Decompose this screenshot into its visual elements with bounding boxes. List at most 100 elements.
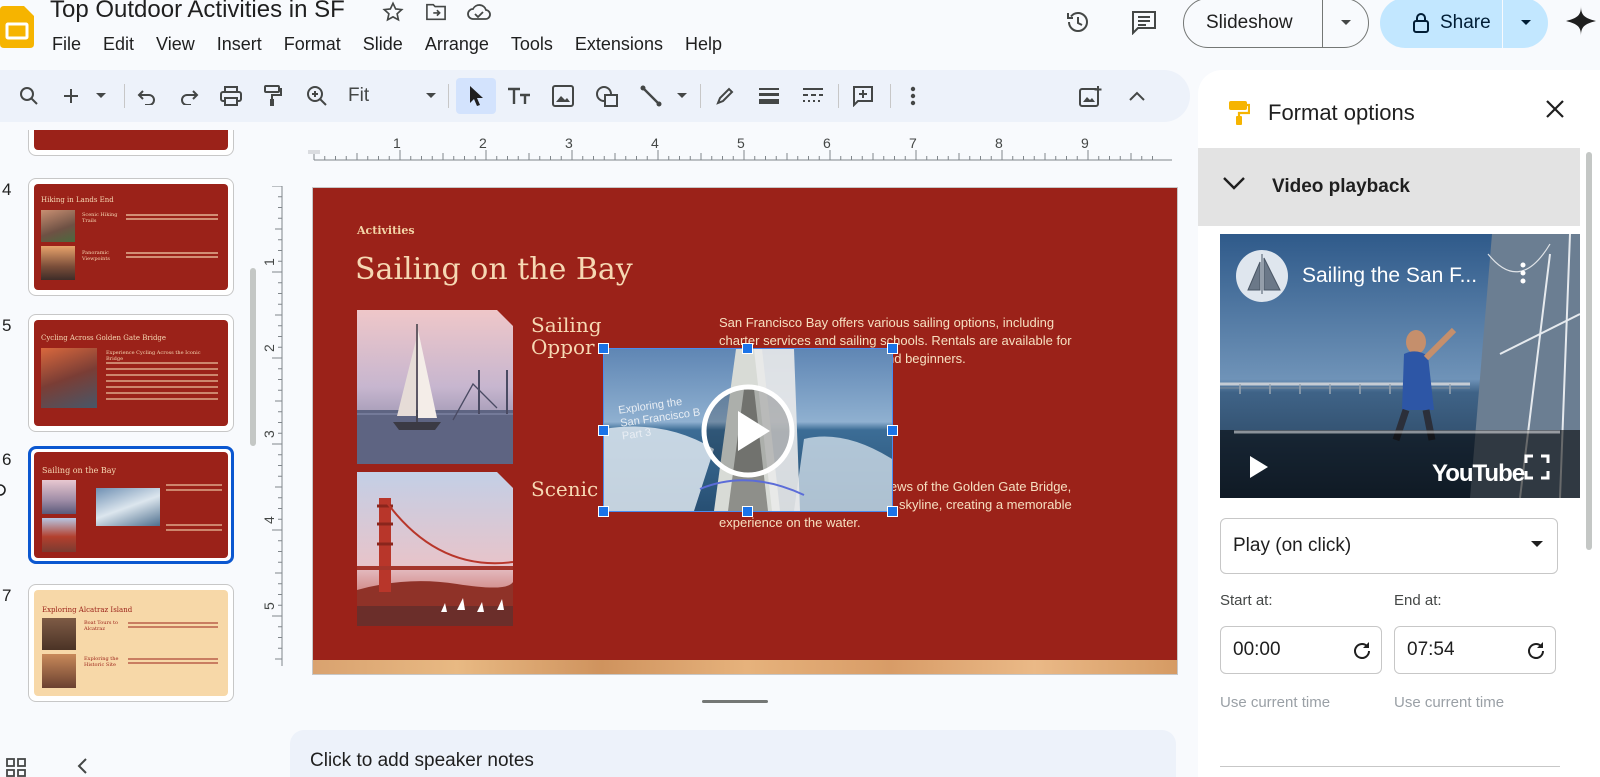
resize-handle[interactable]: [887, 343, 898, 354]
share-dropdown-icon[interactable]: [1503, 19, 1548, 27]
resize-handle[interactable]: [598, 506, 609, 517]
ruler-label: 6: [823, 136, 831, 151]
menu-insert[interactable]: Insert: [206, 32, 273, 59]
border-dash-icon[interactable]: [796, 78, 830, 114]
resize-handle[interactable]: [598, 343, 609, 354]
star-icon[interactable]: [380, 0, 406, 24]
slide-thumbnail-4[interactable]: Hiking in Lands End Scenic Hiking Trails…: [28, 178, 234, 296]
filmstrip-scrollbar[interactable]: [250, 268, 256, 446]
slide-thumbnail-7[interactable]: Exploring Alcatraz Island Boat Tours to …: [28, 584, 234, 702]
text-box-icon[interactable]: [502, 78, 536, 114]
resize-handle[interactable]: [598, 425, 609, 436]
slide-tag-text[interactable]: Activities: [357, 224, 415, 237]
slide-subheading-1[interactable]: Sailing Oppor: [531, 314, 602, 358]
refresh-icon[interactable]: [1525, 640, 1547, 662]
zoom-dropdown-icon: [426, 93, 436, 99]
panel-scrollbar[interactable]: [1586, 152, 1592, 550]
grid-view-icon[interactable]: [6, 758, 26, 777]
ruler-label: 3: [262, 430, 277, 438]
share-button[interactable]: Share: [1380, 0, 1548, 48]
collapse-filmstrip-icon[interactable]: [76, 758, 88, 774]
thumbnail-title: Cycling Across Golden Gate Bridge: [41, 334, 167, 342]
vertical-ruler[interactable]: 1 2 3 4 5: [262, 186, 284, 666]
slideshow-button[interactable]: Slideshow: [1183, 0, 1369, 48]
speaker-notes[interactable]: Click to add speaker notes: [290, 730, 1176, 777]
refresh-icon[interactable]: [1351, 640, 1373, 662]
line-dropdown-icon[interactable]: [672, 78, 692, 114]
resize-handle[interactable]: [887, 506, 898, 517]
thumbnail-subheading: Boat Tours to Alcatraz: [84, 620, 119, 632]
playback-mode-select[interactable]: Play (on click): [1220, 518, 1558, 574]
resize-handle[interactable]: [742, 506, 753, 517]
start-use-current-time-link[interactable]: Use current time: [1220, 694, 1330, 711]
document-title[interactable]: Top Outdoor Activities in SF: [50, 0, 345, 24]
menu-slide[interactable]: Slide: [352, 32, 414, 59]
insert-image-icon[interactable]: [546, 78, 580, 114]
border-color-icon[interactable]: [708, 78, 742, 114]
version-history-icon[interactable]: [1058, 4, 1098, 40]
slide-thumbnail-6[interactable]: Sailing on the Bay: [28, 446, 234, 564]
collapse-toolbar-icon[interactable]: [1120, 78, 1154, 114]
cloud-saved-icon[interactable]: [466, 0, 492, 24]
more-options-icon[interactable]: [900, 78, 926, 114]
zoom-select[interactable]: Fit: [344, 78, 440, 114]
select-tool-icon[interactable]: [456, 78, 496, 114]
gemini-icon[interactable]: [1566, 6, 1596, 36]
menu-format[interactable]: Format: [273, 32, 352, 59]
video-play-icon[interactable]: [1248, 454, 1270, 480]
resize-handle[interactable]: [887, 425, 898, 436]
slide-canvas[interactable]: Activities Sailing on the Bay Sailing Op…: [312, 187, 1178, 675]
redo-icon[interactable]: [172, 78, 206, 114]
fullscreen-icon[interactable]: [1524, 454, 1550, 480]
add-comment-icon[interactable]: [846, 78, 880, 114]
filmstrip: 4 Hiking in Lands End Scenic Hiking Trai…: [0, 130, 256, 730]
start-time-input[interactable]: 00:00: [1220, 626, 1382, 674]
slide-number: 7: [2, 586, 12, 605]
thumbnail-text-lines: [166, 484, 222, 486]
resize-handle[interactable]: [742, 343, 753, 354]
slide-title[interactable]: Sailing on the Bay: [355, 252, 633, 287]
menu-file[interactable]: File: [52, 32, 92, 59]
new-slide-dropdown-icon[interactable]: [88, 78, 114, 114]
notes-resize-handle[interactable]: [702, 700, 768, 703]
menu-arrange[interactable]: Arrange: [414, 32, 500, 59]
slide-thumbnail-5[interactable]: Cycling Across Golden Gate Bridge Experi…: [28, 314, 234, 432]
horizontal-ruler[interactable]: 1 2 3 4 5 6 7 8 9: [290, 136, 1172, 166]
close-icon[interactable]: [1544, 98, 1566, 120]
paint-format-icon[interactable]: [256, 78, 290, 114]
end-use-current-time-link[interactable]: Use current time: [1394, 694, 1504, 711]
menu-edit[interactable]: Edit: [92, 32, 145, 59]
border-weight-icon[interactable]: [752, 78, 786, 114]
video-playback-section-header[interactable]: Video playback: [1198, 148, 1580, 226]
play-icon[interactable]: [700, 383, 796, 479]
toolbar-divider: [890, 84, 891, 108]
slideshow-dropdown-icon[interactable]: [1323, 19, 1368, 27]
video-more-icon[interactable]: [1520, 262, 1526, 284]
slide-subheading-2[interactable]: Scenic: [531, 478, 598, 500]
slide-thumbnail-3[interactable]: [28, 130, 234, 156]
print-icon[interactable]: [214, 78, 248, 114]
end-time-input[interactable]: 07:54: [1394, 626, 1556, 674]
shape-icon[interactable]: [590, 78, 624, 114]
menu-extensions[interactable]: Extensions: [564, 32, 674, 59]
insert-image-panel-icon[interactable]: [1074, 78, 1108, 114]
new-slide-icon[interactable]: [58, 78, 84, 114]
search-menus-icon[interactable]: [14, 78, 44, 114]
ruler-label: 4: [262, 516, 277, 524]
line-icon[interactable]: [634, 78, 668, 114]
thumbnail-text-lines: [126, 252, 218, 254]
menu-tools[interactable]: Tools: [500, 32, 564, 59]
zoom-icon[interactable]: [300, 78, 334, 114]
menu-help[interactable]: Help: [674, 32, 733, 59]
sailboat-photo[interactable]: [357, 310, 513, 464]
undo-icon[interactable]: [130, 78, 164, 114]
youtube-preview[interactable]: Sailing the San F... YouTube: [1220, 234, 1580, 498]
comments-icon[interactable]: [1124, 4, 1164, 40]
golden-gate-photo[interactable]: [357, 472, 513, 626]
menu-view[interactable]: View: [145, 32, 206, 59]
subheading-line: Sailing: [531, 313, 602, 337]
video-title[interactable]: Sailing the San F...: [1302, 264, 1477, 288]
slides-logo[interactable]: [0, 6, 34, 48]
move-folder-icon[interactable]: [423, 0, 449, 24]
embedded-video[interactable]: Exploring the San Francisco B Part 3: [598, 343, 898, 517]
